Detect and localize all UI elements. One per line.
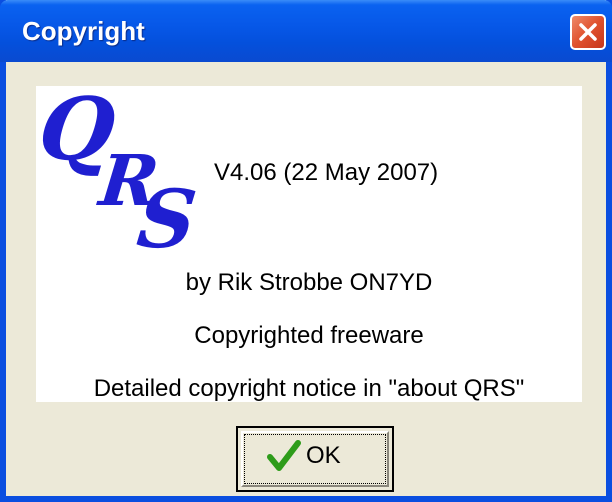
close-icon — [579, 23, 597, 41]
content-panel: Q R S V4.06 (22 May 2007) by Rik Strobbe… — [36, 86, 582, 402]
close-button[interactable] — [570, 14, 606, 50]
version-text: V4.06 (22 May 2007) — [214, 159, 439, 186]
svg-text:S: S — [133, 172, 201, 257]
qrs-logo: Q R S — [40, 87, 201, 257]
notice-text: Detailed copyright notice in "about QRS" — [93, 375, 525, 402]
ok-button[interactable]: OK — [236, 426, 394, 492]
window-title: Copyright — [22, 16, 145, 46]
author-text: by Rik Strobbe ON7YD — [185, 269, 433, 296]
check-icon — [267, 440, 301, 471]
copyright-dialog: Copyright Q R S V4.06 (22 May 2007) by R… — [0, 0, 612, 502]
license-text: Copyrighted freeware — [194, 322, 424, 349]
title-bar[interactable]: Copyright — [0, 0, 612, 62]
ok-button-label: OK — [306, 442, 341, 469]
